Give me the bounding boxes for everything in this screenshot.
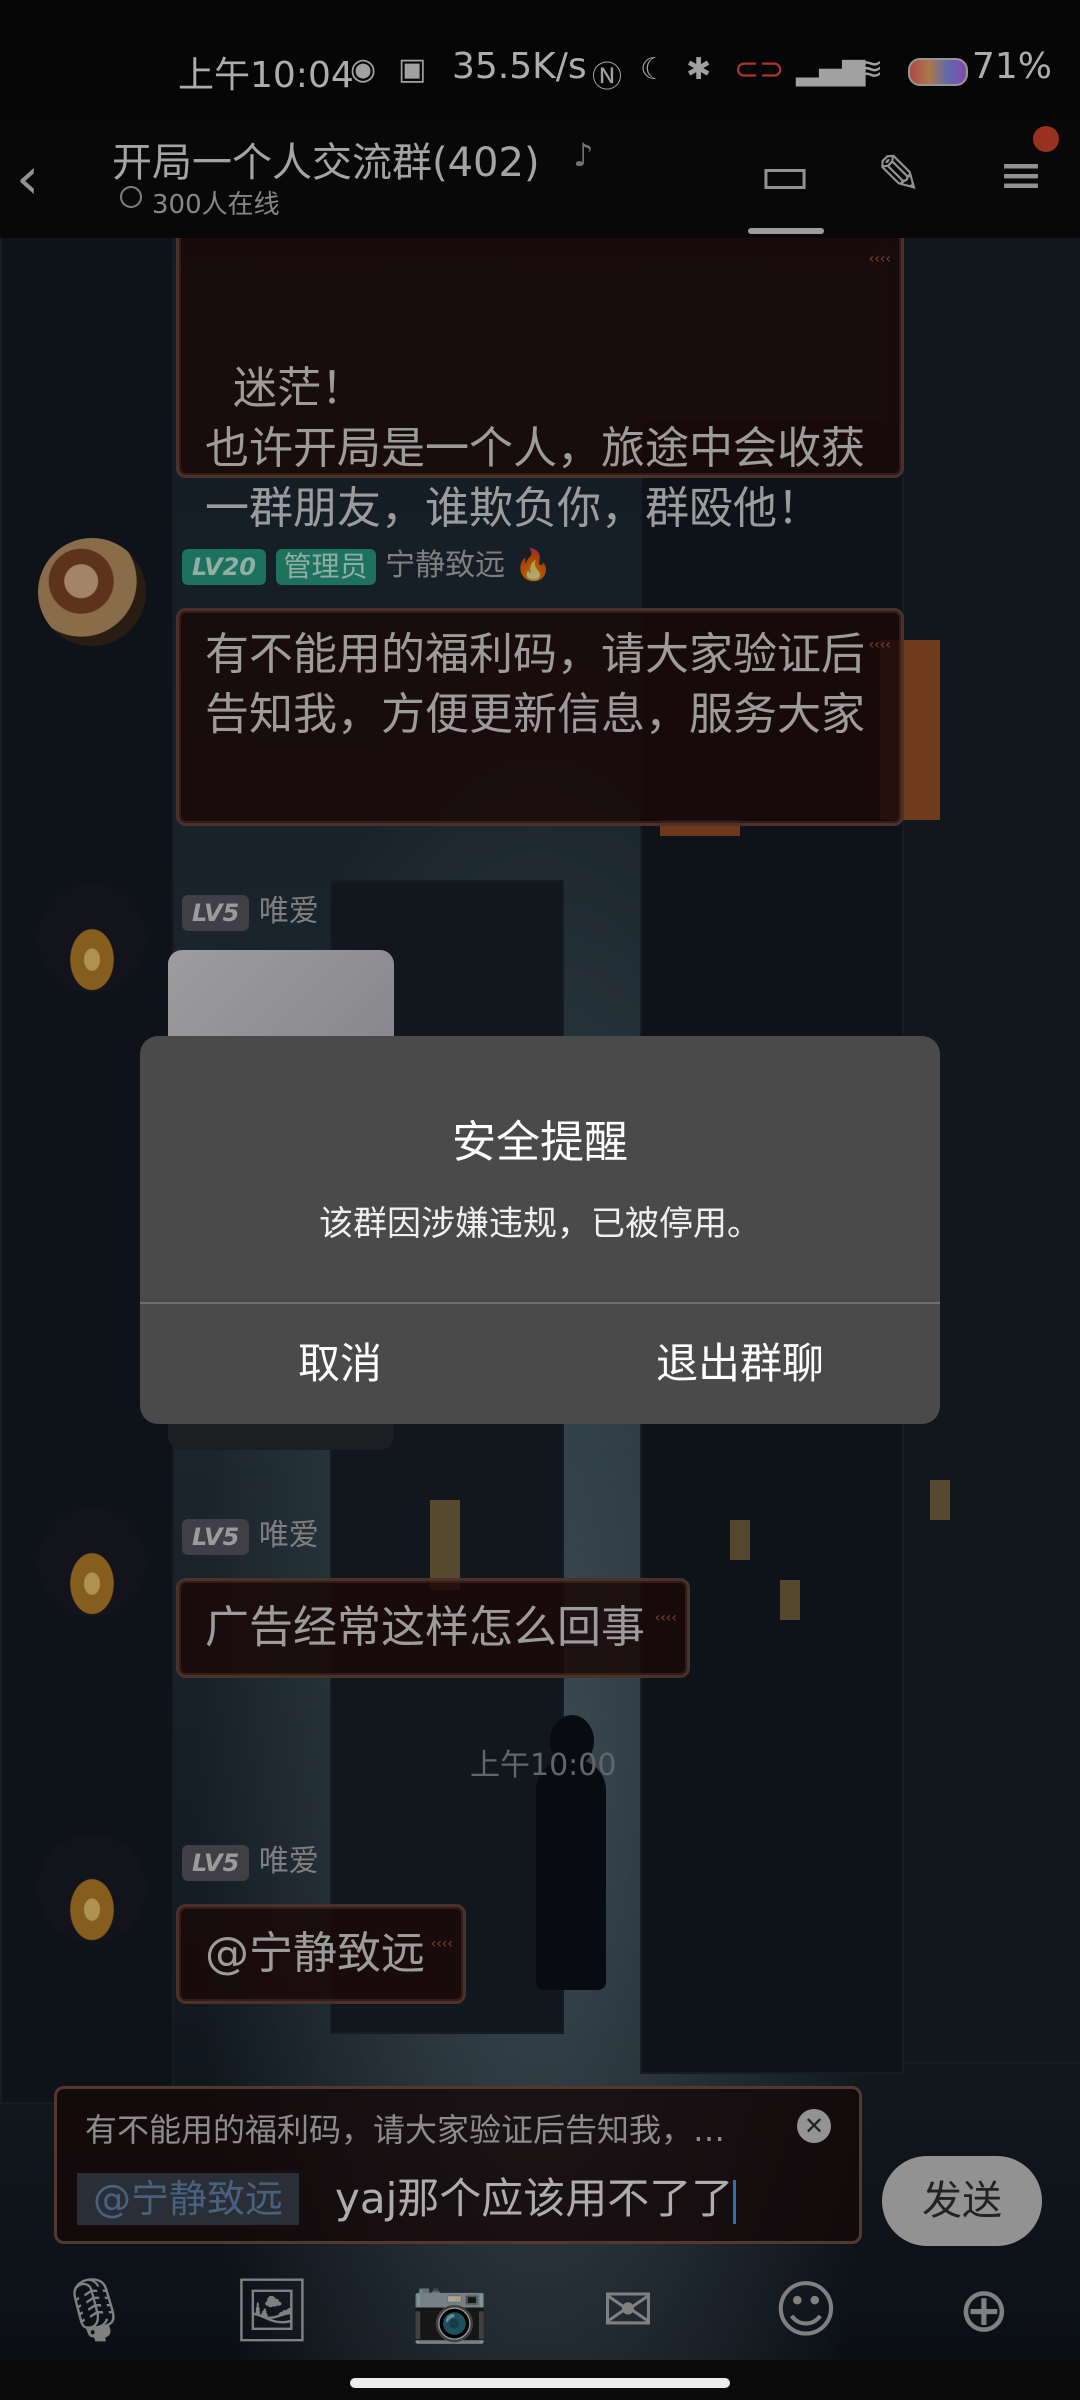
navigation-bar	[0, 2360, 1080, 2400]
cancel-button[interactable]: 取消	[140, 1304, 540, 1424]
dialog-title: 安全提醒	[452, 1117, 628, 1168]
dialog-message: 该群因涉嫌违规，已被停用。	[319, 1204, 761, 1244]
security-alert-dialog: 安全提醒 该群因涉嫌违规，已被停用。 取消 退出群聊	[140, 1036, 940, 1424]
exit-group-button[interactable]: 退出群聊	[540, 1304, 940, 1424]
home-indicator[interactable]	[350, 2378, 730, 2388]
